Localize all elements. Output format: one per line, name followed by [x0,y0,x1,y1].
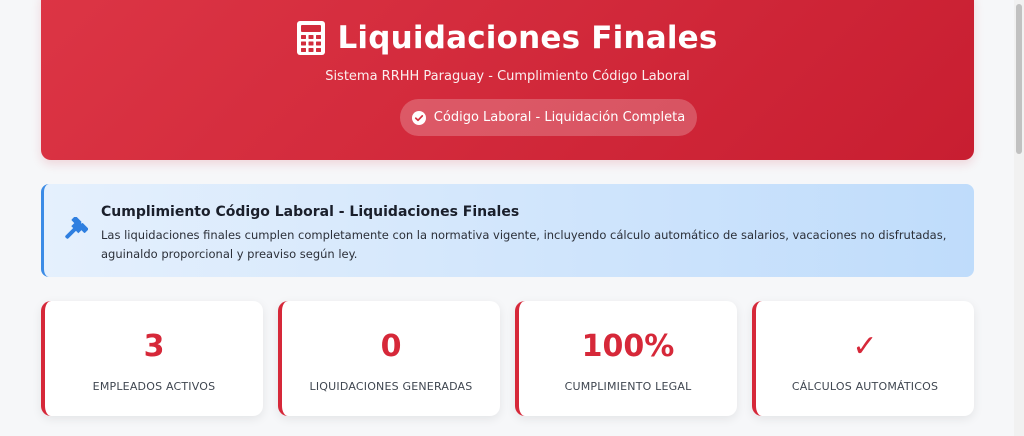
stat-label: EMPLEADOS ACTIVOS [92,380,216,393]
stat-value: 100% [581,329,675,364]
scrollbar-thumb[interactable] [1016,4,1022,154]
stat-label: LIQUIDACIONES GENERADAS [309,380,473,393]
compliance-info-alert: Cumplimiento Código Laboral - Liquidacio… [41,184,974,277]
compliance-badge-label: Código Laboral - Liquidación Completa [433,110,686,125]
vertical-scrollbar[interactable] [1014,0,1024,436]
page-viewport: Liquidaciones Finales Sistema RRHH Parag… [0,0,1014,436]
calculator-icon [297,21,326,55]
page-subtitle: Sistema RRHH Paraguay - Cumplimiento Cód… [325,69,690,84]
stat-value: 0 [380,329,402,364]
stat-card-employees: 3 EMPLEADOS ACTIVOS [41,301,263,416]
stat-card-liquidations: 0 LIQUIDACIONES GENERADAS [278,301,500,416]
stat-value: 3 [143,329,165,364]
compliance-badge: Código Laboral - Liquidación Completa [400,99,697,136]
stat-value: ✓ [852,329,878,364]
header-title-row: Liquidaciones Finales [41,20,974,56]
alert-title: Cumplimiento Código Laboral - Liquidacio… [101,204,520,220]
check-circle-icon [411,110,426,125]
stat-label: CUMPLIMIENTO LEGAL [564,380,692,393]
stat-label: CÁLCULOS AUTOMÁTICOS [791,380,939,393]
stats-grid: 3 EMPLEADOS ACTIVOS 0 LIQUIDACIONES GENE… [41,301,974,416]
stat-card-compliance: 100% CUMPLIMIENTO LEGAL [515,301,737,416]
page-header: Liquidaciones Finales Sistema RRHH Parag… [41,0,974,160]
stat-card-calculations: ✓ CÁLCULOS AUTOMÁTICOS [752,301,974,416]
page-title: Liquidaciones Finales [337,20,718,56]
alert-text: Las liquidaciones finales cumplen comple… [101,228,947,261]
